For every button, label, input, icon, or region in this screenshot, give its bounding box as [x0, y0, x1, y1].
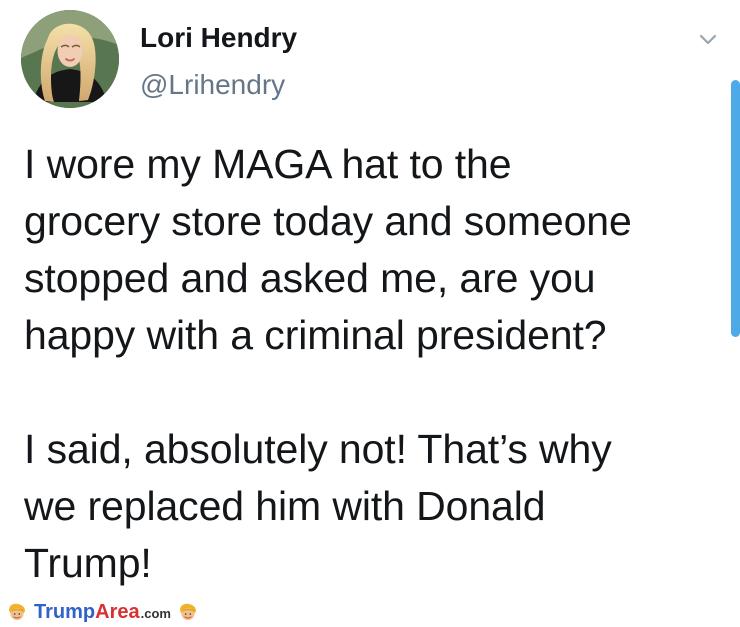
trump-face-icon	[177, 601, 199, 623]
tweet-text: I wore my MAGA hat to the grocery store …	[24, 141, 632, 586]
trump-face-icon	[6, 601, 28, 623]
watermark: Trump Area .com	[6, 600, 199, 624]
watermark-domain-suffix: .com	[140, 606, 171, 621]
scrollbar[interactable]	[731, 80, 740, 337]
chevron-down-icon[interactable]	[696, 28, 720, 52]
author-name[interactable]: Lori Hendry	[140, 20, 297, 56]
watermark-text: Trump Area .com	[34, 602, 171, 622]
tweet-card: Lori Hendry @Lrihendry I wore my MAGA ha…	[0, 0, 740, 627]
watermark-brand-part-2: Area	[95, 601, 140, 623]
avatar[interactable]	[21, 10, 119, 108]
author-handle[interactable]: @Lrihendry	[140, 67, 285, 103]
watermark-brand-part-1: Trump	[34, 601, 96, 623]
